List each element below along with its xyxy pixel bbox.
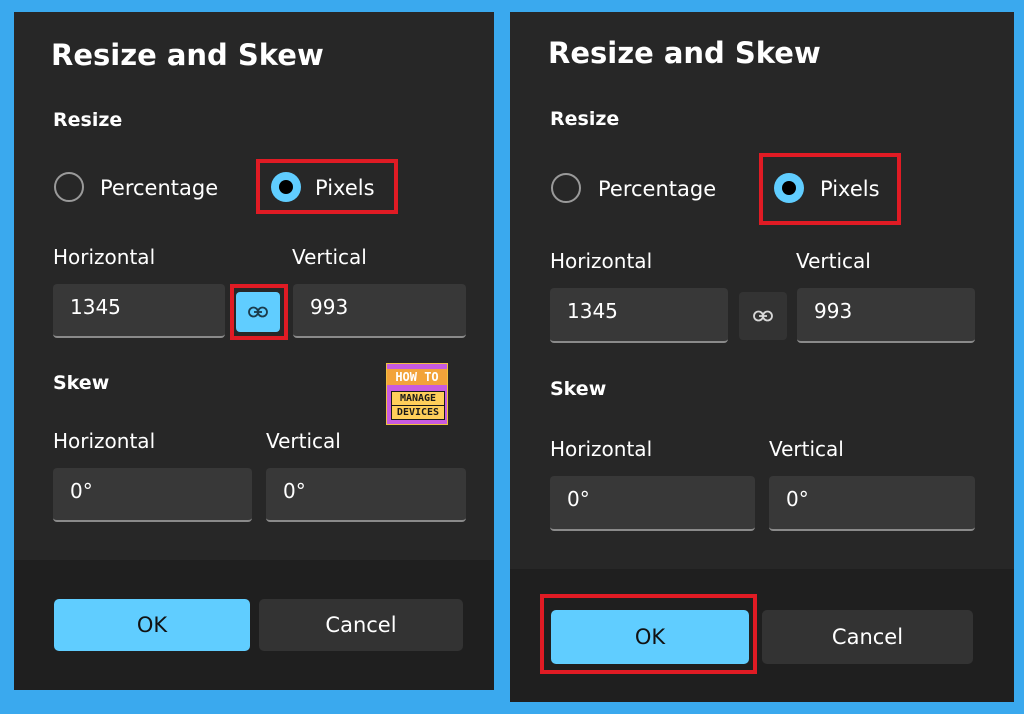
dialog-footer: OK Cancel (510, 569, 1014, 702)
resize-vertical-label: Vertical (796, 249, 871, 273)
resize-skew-dialog-right: Resize and Skew Resize Percentage Pixels… (510, 12, 1014, 702)
resize-horizontal-input[interactable]: 1345 (550, 288, 728, 343)
skew-vertical-label: Vertical (769, 437, 844, 461)
skew-section-label: Skew (53, 372, 110, 394)
logo-line-1: HOW TO (387, 369, 447, 385)
radio-pixels-label: Pixels (820, 177, 880, 201)
resize-vertical-label: Vertical (292, 245, 367, 269)
dialog-title: Resize and Skew (548, 36, 821, 70)
radio-pixels-label: Pixels (315, 176, 375, 200)
cancel-button[interactable]: Cancel (259, 599, 463, 651)
radio-percentage-circle[interactable] (551, 173, 581, 203)
logo-line-3: DEVICES (391, 405, 445, 420)
skew-vertical-input[interactable]: 0° (266, 468, 466, 522)
radio-pixels-circle[interactable] (271, 172, 301, 202)
resize-skew-dialog-left: Resize and Skew Resize Percentage Pixels… (14, 12, 494, 690)
resize-horizontal-label: Horizontal (550, 249, 653, 273)
ok-button[interactable]: OK (54, 599, 250, 651)
link-icon (248, 303, 268, 322)
resize-section-label: Resize (53, 109, 123, 131)
link-icon (753, 307, 773, 326)
howto-manage-devices-logo: HOW TO MANAGE DEVICES (386, 363, 448, 425)
skew-section-label: Skew (550, 378, 607, 400)
radio-pixels-circle[interactable] (774, 173, 804, 203)
skew-vertical-label: Vertical (266, 429, 341, 453)
radio-percentage-label: Percentage (100, 176, 219, 200)
logo-line-2: MANAGE (391, 391, 445, 406)
radio-percentage-circle[interactable] (54, 172, 84, 202)
skew-horizontal-input[interactable]: 0° (53, 468, 252, 522)
dialog-footer: OK Cancel (14, 560, 494, 690)
aspect-lock-button[interactable] (739, 292, 787, 340)
resize-horizontal-label: Horizontal (53, 245, 156, 269)
skew-horizontal-input[interactable]: 0° (550, 476, 755, 531)
skew-vertical-input[interactable]: 0° (769, 476, 975, 531)
skew-horizontal-label: Horizontal (53, 429, 156, 453)
ok-button[interactable]: OK (551, 610, 749, 664)
resize-section-label: Resize (550, 108, 620, 130)
resize-vertical-input[interactable]: 993 (797, 288, 975, 343)
skew-horizontal-label: Horizontal (550, 437, 653, 461)
radio-percentage-label: Percentage (598, 177, 717, 201)
dialog-title: Resize and Skew (51, 38, 324, 72)
resize-vertical-input[interactable]: 993 (293, 284, 466, 338)
cancel-button[interactable]: Cancel (762, 610, 973, 664)
resize-horizontal-input[interactable]: 1345 (53, 284, 225, 338)
aspect-lock-button[interactable] (236, 292, 280, 332)
